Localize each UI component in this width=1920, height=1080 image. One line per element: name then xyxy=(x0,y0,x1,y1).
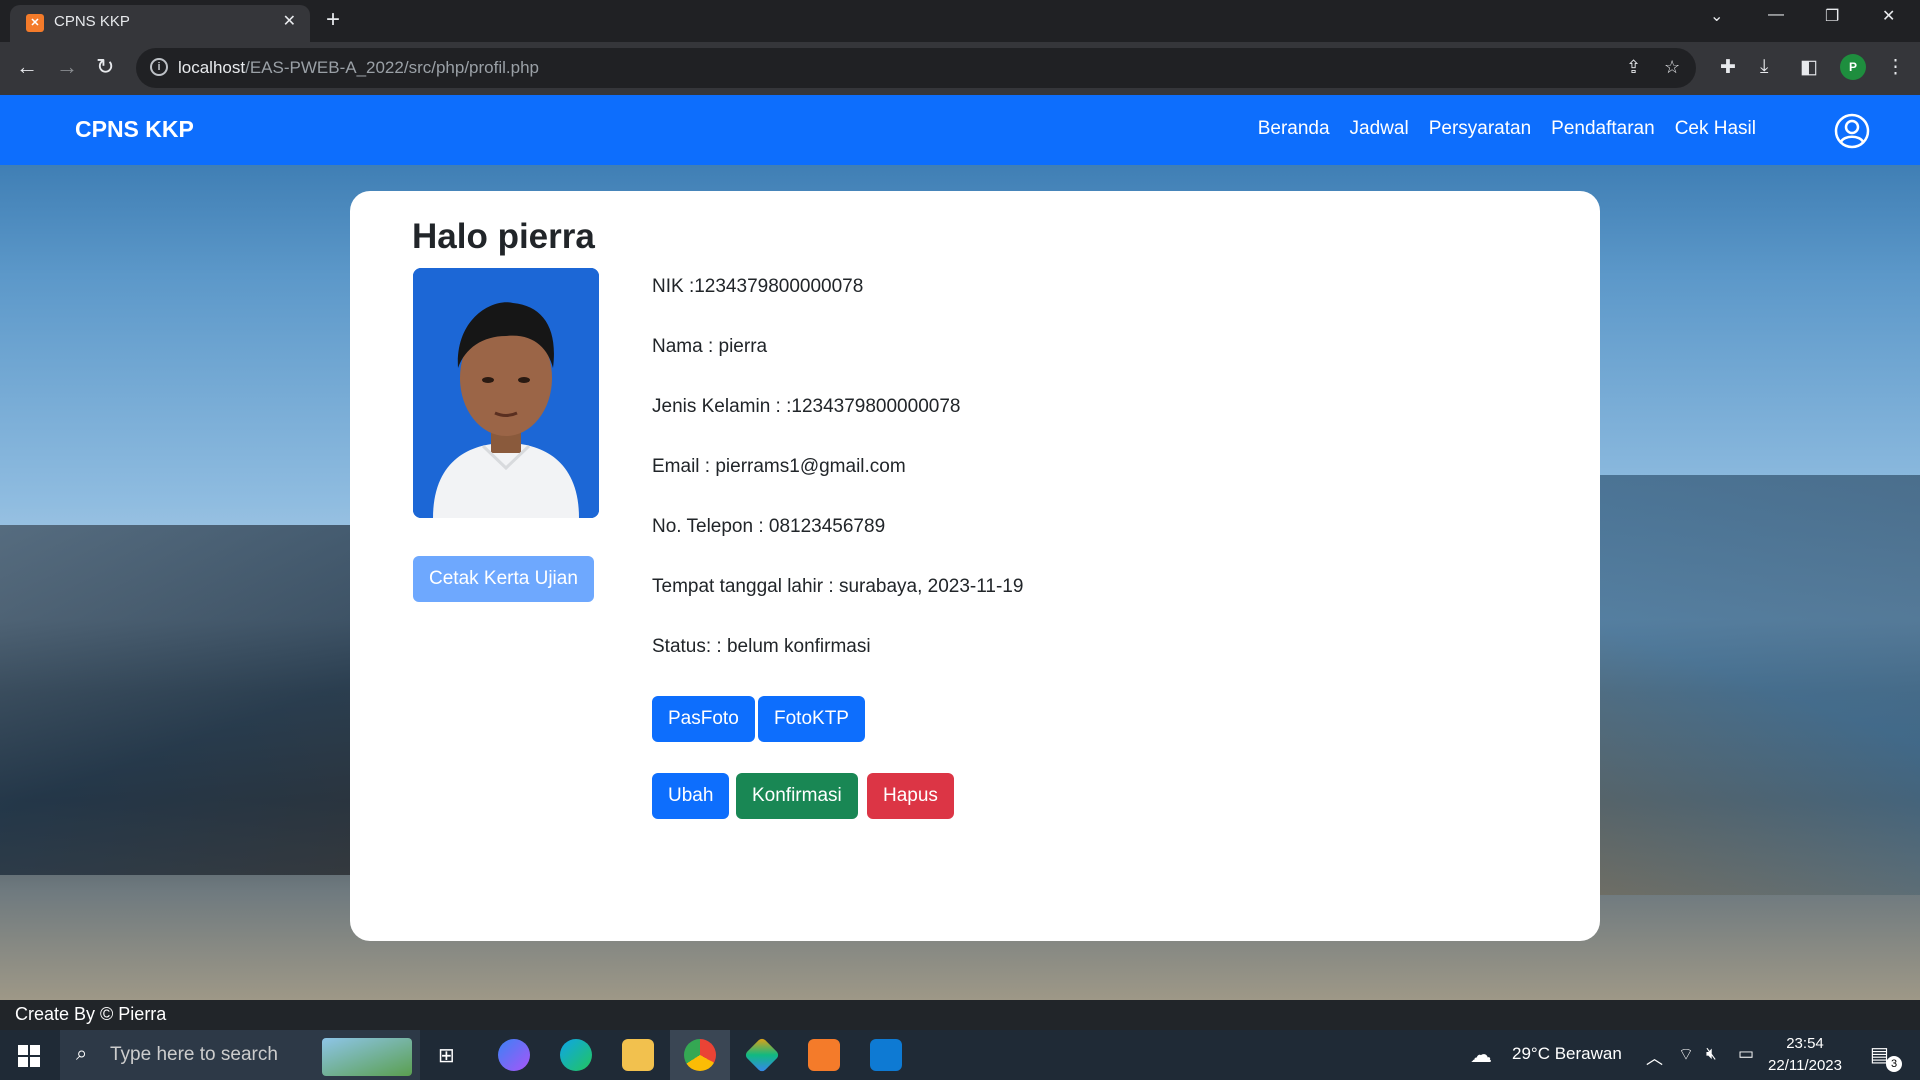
notification-badge: 3 xyxy=(1886,1056,1902,1072)
browser-toolbar: ← → ↻ i localhost/EAS-PWEB-A_2022/src/ph… xyxy=(0,42,1920,95)
download-icon[interactable]: ⤓ xyxy=(1760,56,1768,78)
gender-field: Jenis Kelamin : :1234379800000078 xyxy=(652,396,961,417)
search-icon: ⌕ xyxy=(76,1043,88,1065)
person-photo-icon xyxy=(413,268,599,518)
minimize-icon[interactable]: — xyxy=(1768,6,1784,24)
battery-icon[interactable]: ▭ xyxy=(1738,1044,1754,1064)
profile-photo xyxy=(413,268,599,518)
search-placeholder: Type here to search xyxy=(110,1044,278,1065)
chrome-icon[interactable] xyxy=(684,1039,716,1071)
name-field: Nama : pierra xyxy=(652,336,768,357)
site-brand[interactable]: CPNS KKP xyxy=(75,116,194,143)
file-explorer-icon[interactable] xyxy=(622,1039,654,1071)
status-field: Status: : belum konfirmasi xyxy=(652,636,871,657)
network-icon[interactable]: ⌔ xyxy=(1678,1044,1694,1065)
print-exam-card-button[interactable]: Cetak Kerta Ujian xyxy=(413,556,594,602)
edit-button[interactable]: Ubah xyxy=(652,773,730,819)
nav-link-cek-hasil[interactable]: Cek Hasil xyxy=(1675,118,1756,140)
phone-field: No. Telepon : 08123456789 xyxy=(652,516,886,537)
windows-taskbar: ⌕ Type here to search ⊞ ☁ 29°C Berawan ︿… xyxy=(0,1030,1920,1080)
tab-search-icon[interactable]: ⌄ xyxy=(1710,6,1723,26)
profile-avatar[interactable]: P xyxy=(1840,54,1866,80)
pasfoto-button[interactable]: PasFoto xyxy=(652,696,755,742)
extensions-icon[interactable]: ✚ xyxy=(1720,56,1736,79)
forward-icon[interactable]: → xyxy=(56,54,78,80)
new-tab-icon[interactable]: + xyxy=(326,6,340,34)
profile-info: NIK :1234379800000078 Nama : pierra Jeni… xyxy=(652,273,1023,693)
site-footer: Create By © Pierra xyxy=(0,1000,1920,1030)
nav-link-jadwal[interactable]: Jadwal xyxy=(1350,118,1409,140)
windows-start-icon[interactable] xyxy=(18,1045,40,1067)
xampp-favicon-icon: ✕ xyxy=(26,14,44,32)
bookmark-star-icon[interactable]: ☆ xyxy=(1664,57,1680,78)
window-close-icon[interactable]: ✕ xyxy=(1882,6,1895,26)
edge-icon[interactable] xyxy=(560,1039,592,1071)
share-icon[interactable]: ⇪ xyxy=(1626,57,1641,78)
fotoktp-button[interactable]: FotoKTP xyxy=(758,696,865,742)
search-highlight-image xyxy=(322,1038,412,1076)
nav-link-pendaftaran[interactable]: Pendaftaran xyxy=(1551,118,1655,140)
browser-tabstrip: ✕ CPNS KKP ✕ + ⌄ — ❐ ✕ xyxy=(0,0,1920,42)
profile-card: Halo pierra Cetak Kerta Ujian NIK :12343… xyxy=(350,191,1600,941)
delete-button[interactable]: Hapus xyxy=(867,773,954,819)
footer-text: Create By © Pierra xyxy=(15,1004,167,1024)
harbor-scene-left xyxy=(0,525,350,875)
user-account-icon[interactable] xyxy=(1834,113,1870,149)
xampp-icon[interactable] xyxy=(808,1039,840,1071)
vscode-icon[interactable] xyxy=(870,1039,902,1071)
browser-tab[interactable]: ✕ CPNS KKP ✕ xyxy=(10,5,310,42)
task-view-icon[interactable]: ⊞ xyxy=(438,1043,455,1068)
restore-icon[interactable]: ❐ xyxy=(1825,6,1839,26)
clock-date[interactable]: 22/11/2023 xyxy=(1765,1057,1845,1074)
nav-link-beranda[interactable]: Beranda xyxy=(1258,118,1330,140)
nik-field: NIK :1234379800000078 xyxy=(652,276,864,297)
taskbar-search-box[interactable]: ⌕ Type here to search xyxy=(60,1030,420,1080)
tray-chevron-icon[interactable]: ︿ xyxy=(1646,1044,1663,1069)
copilot-icon[interactable] xyxy=(498,1039,530,1071)
clock-time[interactable]: 23:54 xyxy=(1770,1035,1840,1052)
email-field: Email : pierrams1@gmail.com xyxy=(652,456,906,477)
reload-icon[interactable]: ↻ xyxy=(96,54,114,80)
harbor-scene-right xyxy=(1600,475,1920,895)
page-background: CPNS KKP Beranda Jadwal Persyaratan Pend… xyxy=(0,95,1920,1000)
greeting-heading: Halo pierra xyxy=(412,217,595,256)
chrome-menu-icon[interactable]: ⋮ xyxy=(1886,56,1905,79)
nav-links: Beranda Jadwal Persyaratan Pendaftaran C… xyxy=(1258,118,1756,140)
nav-link-persyaratan[interactable]: Persyaratan xyxy=(1429,118,1531,140)
volume-muted-icon[interactable]: 🔇︎ xyxy=(1706,1044,1717,1064)
weather-text[interactable]: 29°C Berawan xyxy=(1512,1044,1622,1064)
weather-icon[interactable]: ☁ xyxy=(1470,1042,1492,1068)
site-navbar: CPNS KKP Beranda Jadwal Persyaratan Pend… xyxy=(0,95,1920,165)
birth-field: Tempat tanggal lahir : surabaya, 2023-11… xyxy=(652,576,1024,597)
git-app-icon[interactable] xyxy=(743,1036,781,1074)
site-info-icon[interactable]: i xyxy=(150,58,168,76)
side-panel-icon[interactable]: ◧ xyxy=(1800,56,1818,79)
confirm-button[interactable]: Konfirmasi xyxy=(736,773,858,819)
url-text: localhost/EAS-PWEB-A_2022/src/php/profil… xyxy=(178,58,539,77)
tab-close-icon[interactable]: ✕ xyxy=(283,11,296,31)
tab-title: CPNS KKP xyxy=(54,13,130,30)
back-icon[interactable]: ← xyxy=(16,54,38,80)
address-bar[interactable]: i localhost/EAS-PWEB-A_2022/src/php/prof… xyxy=(136,48,1696,88)
